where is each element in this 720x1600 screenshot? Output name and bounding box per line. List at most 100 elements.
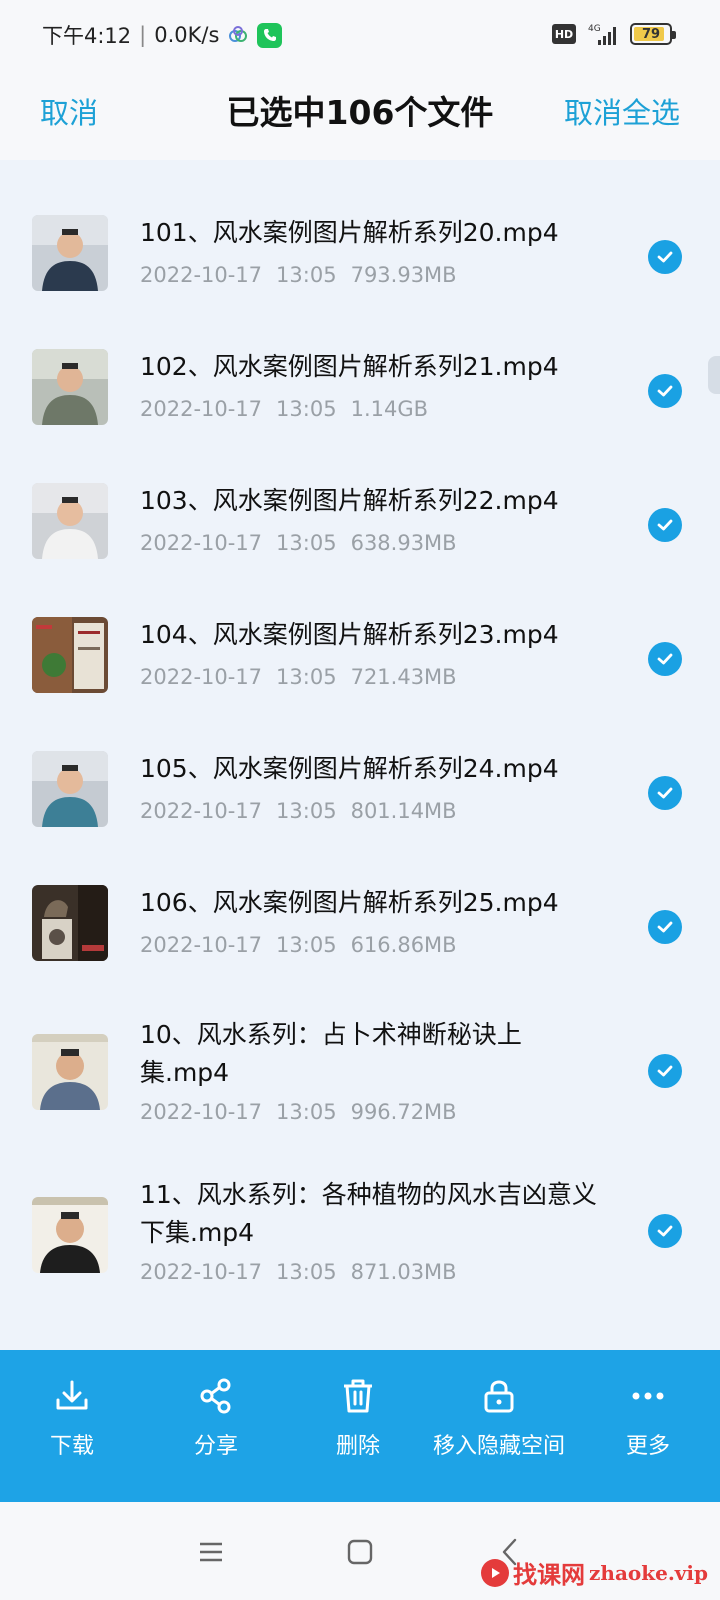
file-meta: 2022-10-17 13:05 793.93MB (140, 263, 457, 287)
file-size: 793.93MB (350, 263, 457, 287)
signal-icon: 4G (588, 24, 616, 45)
file-date: 2022-10-17 (140, 1100, 263, 1124)
file-name: 10、风水系列：占卜术神断秘诀上集.mp4 (140, 1020, 522, 1087)
cloud-sync-icon (229, 26, 248, 42)
play-logo-icon (481, 1558, 510, 1587)
checkbox-checked-icon[interactable] (648, 1214, 682, 1248)
checkbox-checked-icon[interactable] (648, 1054, 682, 1088)
share-button[interactable]: 分享 (166, 1350, 266, 1502)
selection-header: 取消 已选中106个文件 取消全选 (0, 68, 720, 160)
file-date: 2022-10-17 (140, 933, 263, 957)
watermark-text-en: zhaoke.vip (589, 1560, 708, 1585)
status-speed: 0.0K/s (154, 23, 220, 47)
file-size: 721.43MB (350, 665, 457, 689)
file-item[interactable]: 10、风水系列：占卜术神断秘诀上集.mp4 2022-10-17 13:05 9… (0, 964, 720, 1128)
phone-call-icon (257, 22, 283, 48)
share-label: 分享 (193, 1434, 238, 1459)
action-toolbar: 下载 分享 删除 移入隐藏空间 更多 (0, 1350, 720, 1502)
watermark-text-cn: 找课网 (513, 1560, 586, 1589)
move-to-hidden-label: 移入隐藏空间 (432, 1434, 565, 1459)
video-thumbnail (32, 617, 108, 693)
battery-level: 79 (641, 26, 661, 42)
file-list: 101、风水案例图片解析系列20.mp4 2022-10-17 13:05 79… (0, 160, 720, 1350)
move-to-hidden-button[interactable]: 移入隐藏空间 (424, 1350, 574, 1502)
video-thumbnail (32, 349, 108, 425)
file-time: 13:05 (276, 531, 337, 555)
file-meta: 2022-10-17 13:05 871.03MB (140, 1260, 457, 1284)
file-meta: 2022-10-17 13:05 1.14GB (140, 397, 428, 421)
checkbox-checked-icon[interactable] (648, 374, 682, 408)
file-date: 2022-10-17 (140, 799, 263, 823)
checkbox-checked-icon[interactable] (648, 508, 682, 542)
video-thumbnail (32, 1034, 108, 1110)
status-right: HD 4G 79 (552, 22, 676, 46)
more-icon (632, 1392, 664, 1400)
file-size: 638.93MB (350, 531, 457, 555)
video-thumbnail (32, 215, 108, 291)
file-date: 2022-10-17 (140, 263, 263, 287)
video-thumbnail (32, 751, 108, 827)
file-size: 616.86MB (350, 933, 457, 957)
menu-icon (200, 1542, 222, 1562)
download-label: 下载 (49, 1434, 94, 1459)
deselect-all-button[interactable]: 取消全选 (564, 90, 680, 132)
delete-label: 删除 (335, 1434, 380, 1459)
checkbox-checked-icon[interactable] (648, 910, 682, 944)
file-item[interactable]: 104、风水案例图片解析系列23.mp4 2022-10-17 13:05 72… (0, 562, 720, 696)
file-size: 801.14MB (350, 799, 457, 823)
file-meta: 2022-10-17 13:05 996.72MB (140, 1100, 457, 1124)
file-item[interactable]: 11、风水系列：各种植物的风水吉凶意义下集.mp4 2022-10-17 13:… (0, 1128, 720, 1294)
more-button[interactable]: 更多 (598, 1350, 698, 1502)
file-meta: 2022-10-17 13:05 721.43MB (140, 665, 457, 689)
file-date: 2022-10-17 (140, 1260, 263, 1284)
menu-nav-button[interactable] (191, 1532, 231, 1572)
file-date: 2022-10-17 (140, 665, 263, 689)
trash-icon (344, 1379, 372, 1413)
video-thumbnail (32, 885, 108, 961)
file-time: 13:05 (276, 1260, 337, 1284)
watermark: 找课网 zhaoke.vip (481, 1555, 708, 1590)
file-time: 13:05 (276, 799, 337, 823)
home-nav-button[interactable] (340, 1532, 380, 1572)
hd-badge: HD (552, 24, 576, 44)
delete-button[interactable]: 删除 (308, 1350, 408, 1502)
checkbox-checked-icon[interactable] (648, 776, 682, 810)
video-thumbnail (32, 1197, 108, 1273)
video-thumbnail (32, 483, 108, 559)
file-meta: 2022-10-17 13:05 616.86MB (140, 933, 457, 957)
network-label: 4G (588, 24, 601, 34)
file-date: 2022-10-17 (140, 531, 263, 555)
file-size: 871.03MB (350, 1260, 457, 1284)
file-name: 104、风水案例图片解析系列23.mp4 (140, 620, 559, 649)
file-item[interactable]: 103、风水案例图片解析系列22.mp4 2022-10-17 13:05 63… (0, 428, 720, 562)
more-label: 更多 (625, 1434, 670, 1459)
battery-tip (672, 31, 676, 39)
file-name: 103、风水案例图片解析系列22.mp4 (140, 486, 559, 515)
file-time: 13:05 (276, 263, 337, 287)
home-icon (347, 1539, 373, 1565)
download-button[interactable]: 下载 (22, 1350, 122, 1502)
file-item[interactable]: 106、风水案例图片解析系列25.mp4 2022-10-17 13:05 61… (0, 830, 720, 964)
file-time: 13:05 (276, 933, 337, 957)
file-item[interactable]: 102、风水案例图片解析系列21.mp4 2022-10-17 13:05 1.… (0, 294, 720, 428)
file-name: 102、风水案例图片解析系列21.mp4 (140, 352, 559, 381)
file-date: 2022-10-17 (140, 397, 263, 421)
status-divider: | (139, 23, 147, 47)
file-time: 13:05 (276, 665, 337, 689)
file-size: 1.14GB (350, 397, 429, 421)
file-time: 13:05 (276, 397, 337, 421)
file-item[interactable]: 105、风水案例图片解析系列24.mp4 2022-10-17 13:05 80… (0, 696, 720, 830)
file-meta: 2022-10-17 13:05 638.93MB (140, 531, 457, 555)
status-bar: 下午4:12 | 0.0K/s HD 4G 79 (0, 0, 720, 68)
file-size: 996.72MB (350, 1100, 457, 1124)
share-icon (200, 1378, 231, 1414)
lock-icon (484, 1380, 514, 1413)
checkbox-checked-icon[interactable] (648, 642, 682, 676)
file-name: 101、风水案例图片解析系列20.mp4 (140, 218, 559, 247)
checkbox-checked-icon[interactable] (648, 240, 682, 274)
download-icon (56, 1380, 88, 1410)
file-name: 106、风水案例图片解析系列25.mp4 (140, 888, 559, 917)
file-item[interactable]: 101、风水案例图片解析系列20.mp4 2022-10-17 13:05 79… (0, 160, 720, 294)
file-name: 11、风水系列：各种植物的风水吉凶意义下集.mp4 (140, 1180, 597, 1247)
status-time: 下午4:12 (42, 24, 132, 48)
